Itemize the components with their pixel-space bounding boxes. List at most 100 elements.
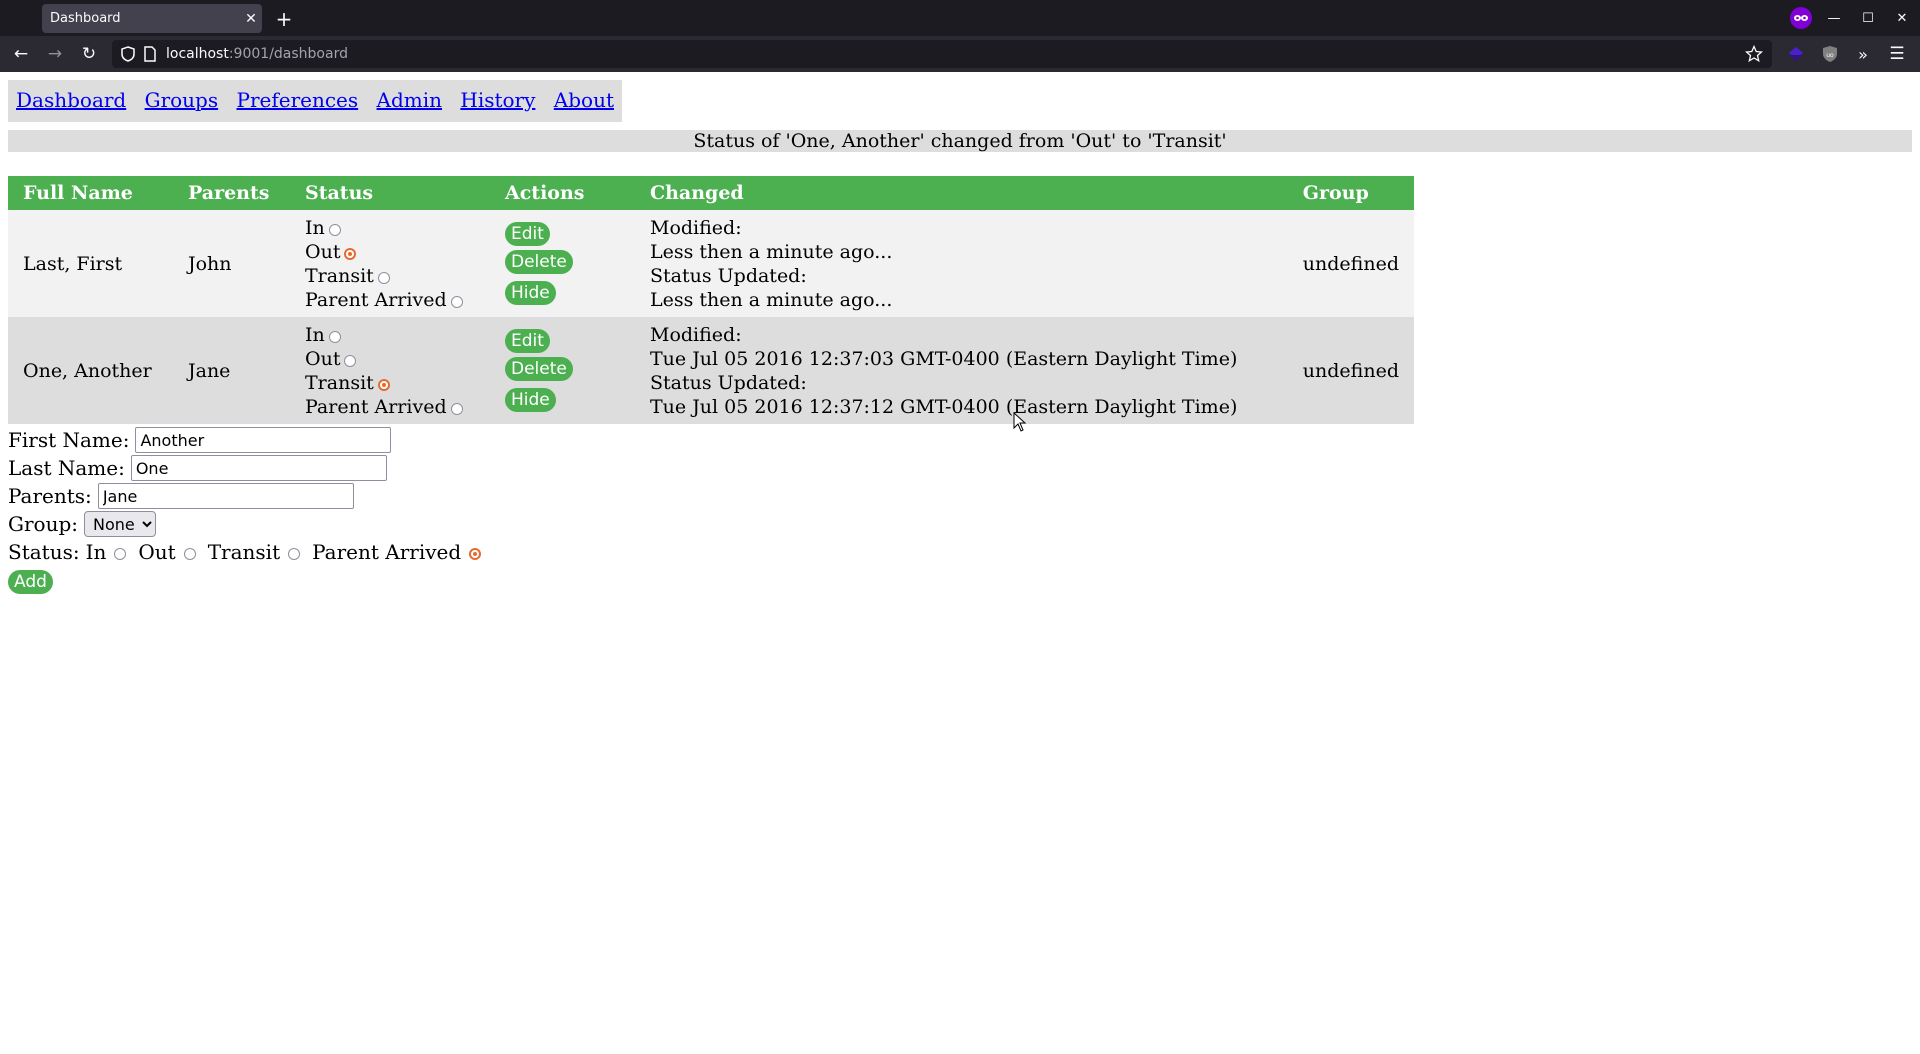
edit-button[interactable]: Edit (505, 329, 550, 353)
col-changed: Changed (635, 176, 1288, 210)
status-cell: In Out Transit Parent Arrived (290, 317, 490, 424)
status-row: Status: In Out Transit Parent Arrived (8, 538, 1912, 566)
last-name-row: Last Name: (8, 454, 1912, 482)
shield-icon[interactable] (118, 44, 138, 64)
form-status-option-label: In (85, 540, 107, 564)
last-name-label: Last Name: (8, 456, 125, 480)
modified-label: Modified: (650, 323, 742, 346)
edit-button[interactable]: Edit (505, 222, 550, 246)
back-icon[interactable]: ← (9, 42, 33, 66)
col-actions: Actions (490, 176, 635, 210)
status-radio[interactable] (377, 378, 390, 391)
group-select[interactable]: None (84, 511, 156, 537)
nav-about[interactable]: About (554, 88, 614, 112)
tab-title: Dashboard (50, 11, 121, 26)
minimize-icon[interactable]: — (1822, 6, 1846, 30)
students-table: Full Name Parents Status Actions Changed… (8, 176, 1414, 424)
status-option: In (305, 216, 475, 240)
form-status-radio[interactable] (114, 548, 127, 560)
col-full-name: Full Name (8, 176, 173, 210)
status-option: Parent Arrived (305, 288, 475, 312)
status-option: Parent Arrived (305, 395, 475, 419)
status-updated-label: Status Updated: (650, 371, 807, 394)
form-status-option-label: Out (138, 540, 176, 564)
hide-button[interactable]: Hide (505, 388, 556, 412)
browser-tab[interactable]: Dashboard ✕ (42, 4, 262, 33)
nav-admin[interactable]: Admin (377, 88, 443, 112)
col-status: Status (290, 176, 490, 210)
table-header-row: Full Name Parents Status Actions Changed… (8, 176, 1414, 210)
first-name-input[interactable] (135, 427, 392, 453)
parents-input[interactable] (97, 483, 354, 509)
main-nav: Dashboard Groups Preferences Admin Histo… (8, 80, 622, 122)
status-radio[interactable] (328, 330, 341, 343)
nav-dashboard[interactable]: Dashboard (16, 88, 126, 112)
group-row: Group: None (8, 510, 1912, 538)
nav-preferences[interactable]: Preferences (236, 88, 358, 112)
status-updated-value: Less then a minute ago... (650, 288, 893, 311)
parents-label: Parents: (8, 484, 92, 508)
status-option-label: Transit (305, 371, 374, 394)
status-option-label: In (305, 216, 325, 239)
new-tab-icon[interactable]: + (272, 4, 296, 33)
first-name-row: First Name: (8, 426, 1912, 454)
svg-text:uo: uo (1826, 52, 1834, 59)
parents-cell: Jane (173, 317, 290, 424)
actions-cell: Edit Delete Hide (490, 317, 635, 424)
form-status-radio[interactable] (183, 548, 196, 560)
changed-cell: Modified: Tue Jul 05 2016 12:37:03 GMT-0… (635, 317, 1288, 424)
form-status-radio[interactable] (469, 548, 482, 560)
last-name-input[interactable] (130, 455, 387, 481)
status-option: Transit (305, 371, 475, 395)
status-radio[interactable] (344, 354, 357, 367)
full-name-cell: Last, First (8, 210, 173, 317)
status-option-label: In (305, 323, 325, 346)
browser-toolbar: ← → ↻ localhost:9001/dashboard uo » ☰ (0, 36, 1920, 72)
actions-cell: Edit Delete Hide (490, 210, 635, 317)
group-cell: undefined (1287, 317, 1414, 424)
status-option-label: Transit (305, 264, 374, 287)
private-browsing-icon (1790, 7, 1812, 29)
col-group: Group (1287, 176, 1414, 210)
status-banner: Status of 'One, Another' changed from 'O… (8, 130, 1912, 152)
group-cell: undefined (1287, 210, 1414, 317)
changed-cell: Modified: Less then a minute ago... Stat… (635, 210, 1288, 317)
mouse-cursor-icon (1013, 411, 1027, 436)
first-name-label: First Name: (8, 428, 130, 452)
url-bar[interactable]: localhost:9001/dashboard (112, 40, 1772, 68)
url-host: localhost (166, 46, 229, 62)
col-parents: Parents (173, 176, 290, 210)
extension-layers-icon[interactable] (1786, 44, 1806, 64)
status-cell: In Out Transit Parent Arrived (290, 210, 490, 317)
status-option-label: Out (305, 347, 341, 370)
status-radio[interactable] (328, 223, 341, 236)
status-radio[interactable] (377, 271, 390, 284)
status-option: Out (305, 347, 475, 371)
modified-value: Tue Jul 05 2016 12:37:03 GMT-0400 (Easte… (650, 347, 1238, 370)
forward-icon[interactable]: → (43, 42, 67, 66)
nav-history[interactable]: History (460, 88, 535, 112)
form-status-radio[interactable] (288, 548, 301, 560)
close-window-icon[interactable]: ✕ (1890, 6, 1914, 30)
nav-groups[interactable]: Groups (145, 88, 219, 112)
table-row: Last, First John In Out Transit Parent A… (8, 210, 1414, 317)
bookmark-star-icon[interactable] (1744, 44, 1764, 64)
menu-icon[interactable]: ☰ (1887, 44, 1907, 64)
overflow-chevron-icon[interactable]: » (1853, 44, 1873, 64)
status-label: Status: (8, 540, 80, 564)
status-option-label: Parent Arrived (305, 395, 447, 418)
maximize-icon[interactable]: ☐ (1856, 6, 1880, 30)
ublock-origin-icon[interactable]: uo (1820, 44, 1840, 64)
status-radio[interactable] (450, 295, 463, 308)
hide-button[interactable]: Hide (505, 281, 556, 305)
close-tab-icon[interactable]: ✕ (240, 11, 262, 27)
delete-button[interactable]: Delete (505, 357, 573, 381)
url-path: :9001/dashboard (228, 46, 348, 62)
page-icon (140, 44, 160, 64)
status-radio[interactable] (450, 402, 463, 415)
delete-button[interactable]: Delete (505, 250, 573, 274)
status-radio[interactable] (344, 247, 357, 260)
add-button[interactable]: Add (8, 570, 53, 594)
reload-icon[interactable]: ↻ (77, 42, 101, 66)
page-content: Dashboard Groups Preferences Admin Histo… (0, 72, 1920, 604)
